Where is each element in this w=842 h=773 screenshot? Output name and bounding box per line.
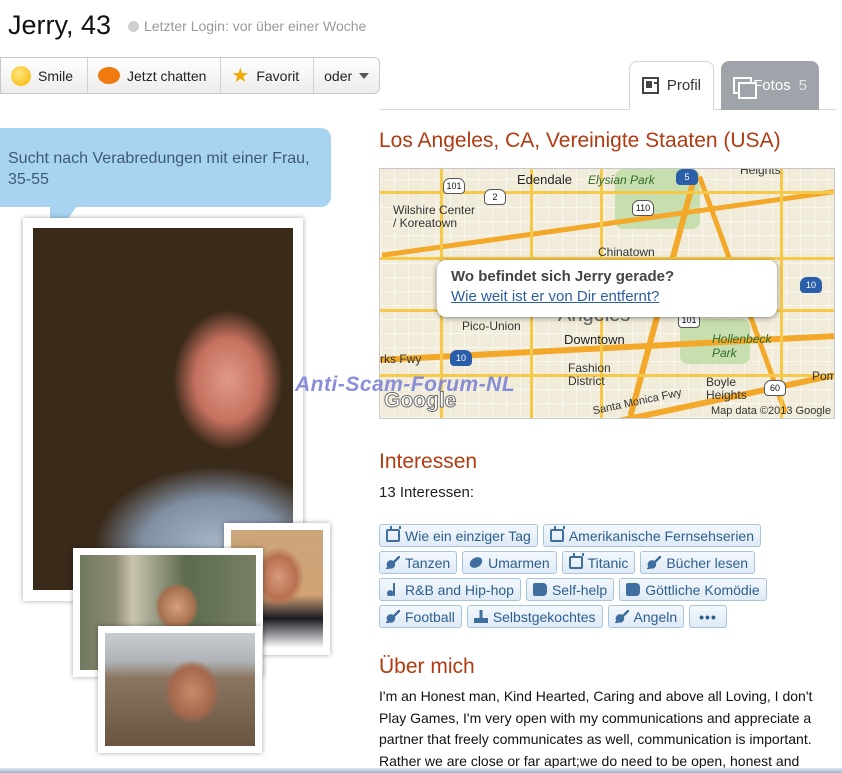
last-login-text: Letzter Login: vor über einer Woche bbox=[144, 18, 367, 34]
interest-label: Amerikanische Fernsehserien bbox=[568, 527, 755, 544]
interest-tag[interactable]: R&B and Hip-hop bbox=[379, 578, 521, 601]
guitar-icon bbox=[647, 556, 662, 569]
highway-shield: 110 bbox=[632, 200, 654, 216]
interest-label: Selbstgekochtes bbox=[492, 608, 596, 625]
tab-profile[interactable]: Profil bbox=[629, 61, 714, 110]
map-info-popup: Wo befindet sich Jerry gerade? Wie weit … bbox=[437, 260, 777, 317]
watermark-text: Anti-Scam-Forum-NL bbox=[295, 373, 516, 396]
highway-shield: 5 bbox=[676, 169, 698, 185]
profile-card-icon bbox=[642, 77, 659, 94]
guitar-icon bbox=[614, 610, 629, 623]
more-label: oder bbox=[324, 67, 353, 84]
ball-icon bbox=[466, 553, 486, 572]
smiley-icon bbox=[11, 65, 31, 86]
about-text: I'm an Honest man, Kind Hearted, Caring … bbox=[379, 688, 813, 769]
map-label: Chinatown bbox=[598, 245, 655, 259]
photo-thumbnail[interactable] bbox=[98, 626, 262, 753]
interest-label: Wie ein einziger Tag bbox=[405, 527, 531, 544]
map-label: rks Fwy bbox=[380, 352, 422, 366]
tv-icon bbox=[549, 529, 564, 542]
guitar-icon bbox=[386, 556, 400, 569]
interest-label: Titanic bbox=[587, 554, 629, 571]
taskbar-edge bbox=[0, 768, 842, 773]
map-label: Edendale bbox=[517, 172, 572, 187]
map-copyright: Map data ©2013 Google bbox=[710, 405, 831, 417]
tv-icon bbox=[386, 529, 400, 542]
profile-name-age: Jerry, 43 bbox=[8, 10, 112, 40]
interest-label: Göttliche Komödie bbox=[645, 581, 760, 598]
interest-label: Umarmen bbox=[488, 554, 550, 571]
favorite-label: Favorit bbox=[256, 67, 300, 84]
interests-heading: Interessen bbox=[379, 450, 478, 473]
last-login-status: Letzter Login: vor über einer Woche bbox=[128, 18, 366, 34]
interest-tags: Wie ein einziger Tag Amerikanische Ferns… bbox=[379, 524, 831, 628]
tab-photos-label: Fotos bbox=[753, 77, 791, 94]
photo-count: 5 bbox=[798, 77, 807, 94]
map-label: Pico-Union bbox=[462, 319, 521, 333]
chevron-down-icon bbox=[359, 72, 370, 84]
book-icon bbox=[532, 583, 547, 596]
interest-label: Football bbox=[405, 608, 455, 625]
map-label: Hollenbeck Park bbox=[712, 332, 772, 360]
music-note-icon bbox=[386, 583, 400, 596]
interests-count: 13 Interessen: bbox=[379, 484, 475, 501]
highway-shield: 10 bbox=[450, 350, 472, 366]
tv-icon bbox=[568, 556, 583, 569]
about-heading: Über mich bbox=[379, 655, 475, 678]
offline-dot-icon bbox=[128, 20, 139, 32]
highway-shield: 10 bbox=[800, 277, 822, 293]
map-label: Fashion District bbox=[568, 361, 611, 388]
interest-tag[interactable]: Angeln bbox=[607, 605, 685, 628]
tab-photos[interactable]: Fotos 5 bbox=[721, 61, 819, 110]
interest-tag[interactable]: Bücher lesen bbox=[640, 551, 756, 574]
tab-profile-label: Profil bbox=[666, 77, 701, 94]
favorite-button[interactable]: ★ Favorit bbox=[221, 58, 315, 93]
interest-tag[interactable]: Umarmen bbox=[462, 551, 557, 574]
interest-label: Angeln bbox=[633, 608, 678, 625]
map-label: Pom bbox=[812, 369, 835, 383]
interest-tag[interactable]: Football bbox=[379, 605, 462, 628]
map-label: Elysian Park bbox=[588, 173, 655, 187]
interest-tag[interactable]: Wie ein einziger Tag bbox=[379, 524, 538, 547]
map-question: Wo befindet sich Jerry gerade? bbox=[451, 268, 675, 285]
interest-tag[interactable]: Self-help bbox=[525, 578, 615, 601]
interest-tag[interactable]: Tanzen bbox=[379, 551, 458, 574]
location-heading: Los Angeles, CA, Vereinigte Staaten (USA… bbox=[379, 129, 781, 152]
smile-button[interactable]: Smile bbox=[1, 58, 89, 93]
seeking-bubble: Sucht nach Verabredungen mit einer Frau,… bbox=[0, 128, 331, 207]
map-label: Boyle Heights bbox=[706, 375, 747, 402]
interest-tag[interactable]: Titanic bbox=[561, 551, 636, 574]
more-interests-button[interactable]: ••• bbox=[689, 605, 727, 628]
chat-label: Jetzt chatten bbox=[127, 67, 207, 84]
book-icon bbox=[626, 583, 641, 596]
guitar-icon bbox=[386, 610, 400, 623]
highway-shield: 2 bbox=[484, 189, 506, 205]
smile-label: Smile bbox=[38, 67, 74, 84]
interest-tag[interactable]: Amerikanische Fernsehserien bbox=[542, 524, 762, 547]
map-label: Heights bbox=[740, 168, 781, 177]
interest-tag[interactable]: Selbstgekochtes bbox=[466, 605, 603, 628]
thumbnail-image bbox=[105, 633, 255, 746]
interest-label: Bücher lesen bbox=[666, 554, 749, 571]
photos-icon bbox=[733, 76, 758, 99]
highway-shield: 60 bbox=[764, 380, 786, 396]
highway-shield: 101 bbox=[443, 178, 465, 194]
map-label: Wilshire Center / Koreatown bbox=[393, 203, 476, 230]
map-label: Downtown bbox=[564, 332, 625, 347]
food-icon bbox=[473, 610, 488, 623]
more-actions-dropdown[interactable]: oder bbox=[314, 58, 379, 93]
interest-label: Self-help bbox=[551, 581, 608, 598]
distance-link[interactable]: Wie weit ist er von Dir entfernt? bbox=[451, 288, 763, 305]
interest-tag[interactable]: Göttliche Komödie bbox=[619, 578, 767, 601]
chat-bubble-icon bbox=[98, 67, 121, 84]
profile-page: Jerry, 43 Letzter Login: vor über einer … bbox=[0, 0, 842, 773]
interest-label: R&B and Hip-hop bbox=[405, 581, 514, 598]
chat-now-button[interactable]: Jetzt chatten bbox=[88, 58, 222, 93]
interest-label: Tanzen bbox=[405, 554, 451, 571]
star-icon: ★ bbox=[231, 64, 250, 87]
action-bar: Smile Jetzt chatten ★ Favorit oder bbox=[0, 57, 381, 94]
